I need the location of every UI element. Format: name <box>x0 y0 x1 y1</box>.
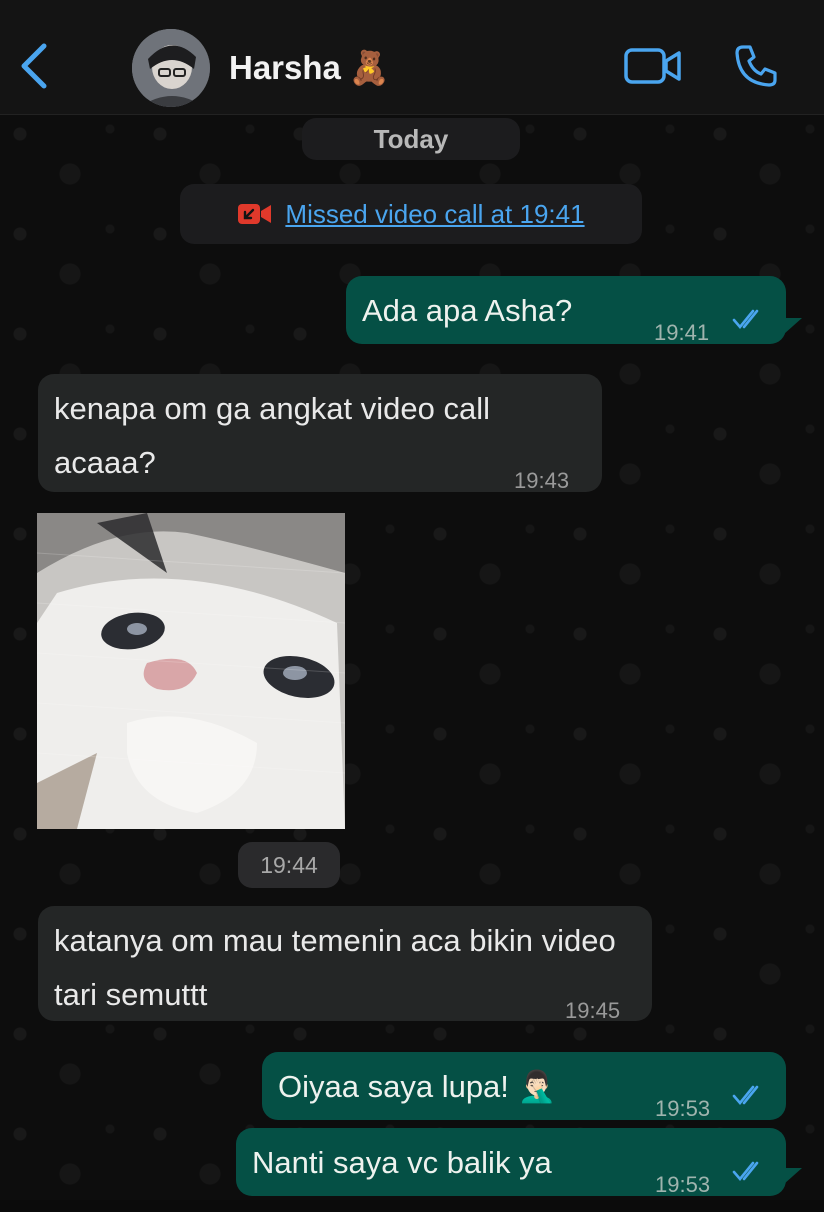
crying-cat-photo <box>37 513 345 829</box>
missed-call-text: Missed video call at 19:41 <box>285 198 585 229</box>
message-incoming[interactable]: kenapa om ga angkat video call acaaa? 19… <box>38 374 602 493</box>
message-text: Ada apa Asha? <box>362 293 573 328</box>
date-divider: Today <box>302 118 520 160</box>
missed-call-notice[interactable]: Missed video call at 19:41 <box>180 184 642 244</box>
chat-header: Harsha 🧸 <box>0 0 824 115</box>
contact-name-text: Harsha <box>229 49 341 86</box>
bubble-tail <box>784 318 802 334</box>
image-message[interactable] <box>37 513 345 829</box>
double-check-read-icon <box>732 309 759 330</box>
message-text: kenapa om ga angkat video call acaaa? <box>54 391 491 480</box>
bubble-tail <box>784 1168 802 1184</box>
message-outgoing[interactable]: Oiyaa saya lupa! 🤦🏻‍♂️ 19:53 <box>262 1052 786 1121</box>
chevron-left-icon <box>21 43 47 89</box>
teddy-bear-emoji: 🧸 <box>348 49 390 86</box>
message-time: 19:41 <box>654 320 710 345</box>
message-time: 19:43 <box>514 468 570 493</box>
message-outgoing[interactable]: Nanti saya vc balik ya 19:53 <box>236 1128 786 1197</box>
double-check-read-icon <box>732 1085 759 1106</box>
avatar[interactable] <box>132 29 210 107</box>
voice-call-button[interactable] <box>733 43 779 89</box>
message-text: Nanti saya vc balik ya <box>252 1145 552 1180</box>
double-check-read-icon <box>732 1161 759 1182</box>
contact-name[interactable]: Harsha 🧸 <box>229 49 390 88</box>
message-incoming[interactable]: katanya om mau temenin aca bikin video t… <box>38 906 652 1023</box>
message-text: Oiyaa saya lupa! 🤦🏻‍♂️ <box>278 1069 557 1104</box>
video-call-button[interactable] <box>624 46 682 86</box>
missed-video-call-icon <box>238 204 272 224</box>
phone-icon <box>735 45 777 87</box>
message-time: 19:45 <box>565 998 621 1023</box>
message-text: katanya om mau temenin aca bikin video t… <box>54 923 616 1012</box>
avatar-photo <box>132 29 210 107</box>
message-time: 19:53 <box>655 1172 711 1197</box>
message-outgoing[interactable]: Ada apa Asha? 19:41 <box>346 276 786 345</box>
video-camera-icon <box>624 48 681 84</box>
back-button[interactable] <box>14 38 54 94</box>
image-timestamp: 19:44 <box>238 842 340 888</box>
